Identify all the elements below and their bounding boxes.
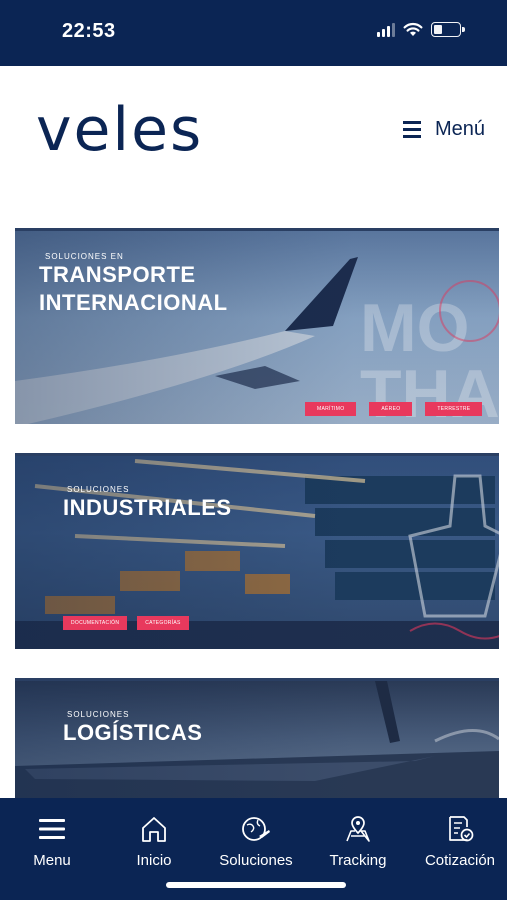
- home-icon: [142, 817, 166, 842]
- home-indicator[interactable]: [166, 882, 346, 888]
- nav-label: Inicio: [136, 852, 172, 869]
- nav-item-tracking[interactable]: Tracking: [308, 814, 408, 869]
- card-transporte-internacional[interactable]: MO THA SOLUCIONES EN TRANSPORTE INTERNAC…: [15, 228, 499, 424]
- tag-documentacion[interactable]: DOCUMENTACIÓN: [63, 616, 128, 630]
- status-icons: [377, 22, 465, 37]
- nav-item-cotizacion[interactable]: Cotización: [410, 814, 507, 869]
- tag-terrestre[interactable]: TERRESTRE: [425, 402, 483, 416]
- status-time: 22:53: [62, 20, 116, 42]
- menu-label: Menú: [434, 118, 485, 140]
- card-eyebrow: SOLUCIONES: [67, 485, 130, 494]
- battery-icon: [431, 22, 465, 37]
- card-title: TRANSPORTE INTERNACIONAL: [39, 262, 228, 315]
- quote-document-icon: [449, 816, 474, 842]
- tag-categorias[interactable]: CATEGORÍAS: [137, 616, 189, 630]
- nav-label: Cotización: [424, 852, 496, 869]
- status-bar: 22:53: [0, 0, 507, 66]
- card-tags: MARÍTIMO AÉREO TERRESTRE: [305, 402, 483, 416]
- nav-label: Soluciones: [219, 852, 293, 869]
- nav-label: Menu: [33, 852, 71, 869]
- cellular-signal-icon: [377, 22, 395, 37]
- nav-item-menu[interactable]: Menu: [2, 814, 102, 869]
- nav-item-soluciones[interactable]: Soluciones: [206, 814, 306, 869]
- nav-label: Tracking: [329, 852, 387, 869]
- card-title: LOGÍSTICAS: [63, 720, 203, 745]
- tag-aereo[interactable]: AÉREO: [369, 402, 413, 416]
- card-tags: DOCUMENTACIÓN CATEGORÍAS: [63, 616, 189, 630]
- site-header: veles Menú: [0, 66, 507, 226]
- hamburger-icon: [402, 121, 421, 138]
- card-eyebrow: SOLUCIONES EN: [45, 252, 124, 261]
- card-title: INDUSTRIALES: [63, 495, 232, 520]
- card-eyebrow: SOLUCIONES: [67, 710, 130, 719]
- tag-maritimo[interactable]: MARÍTIMO: [305, 402, 357, 416]
- menu-toggle-button[interactable]: Menú: [402, 118, 485, 141]
- veles-logo[interactable]: veles: [36, 100, 203, 160]
- menu-icon: [39, 819, 65, 839]
- card-logisticas[interactable]: SOLUCIONES LOGÍSTICAS: [15, 678, 499, 798]
- nav-item-inicio[interactable]: Inicio: [104, 814, 204, 869]
- wifi-icon: [403, 22, 423, 36]
- card-industriales[interactable]: SOLUCIONES INDUSTRIALES DOCUMENTACIÓN CA…: [15, 453, 499, 649]
- globe-plane-icon: [242, 817, 270, 841]
- map-pin-icon: [346, 816, 370, 842]
